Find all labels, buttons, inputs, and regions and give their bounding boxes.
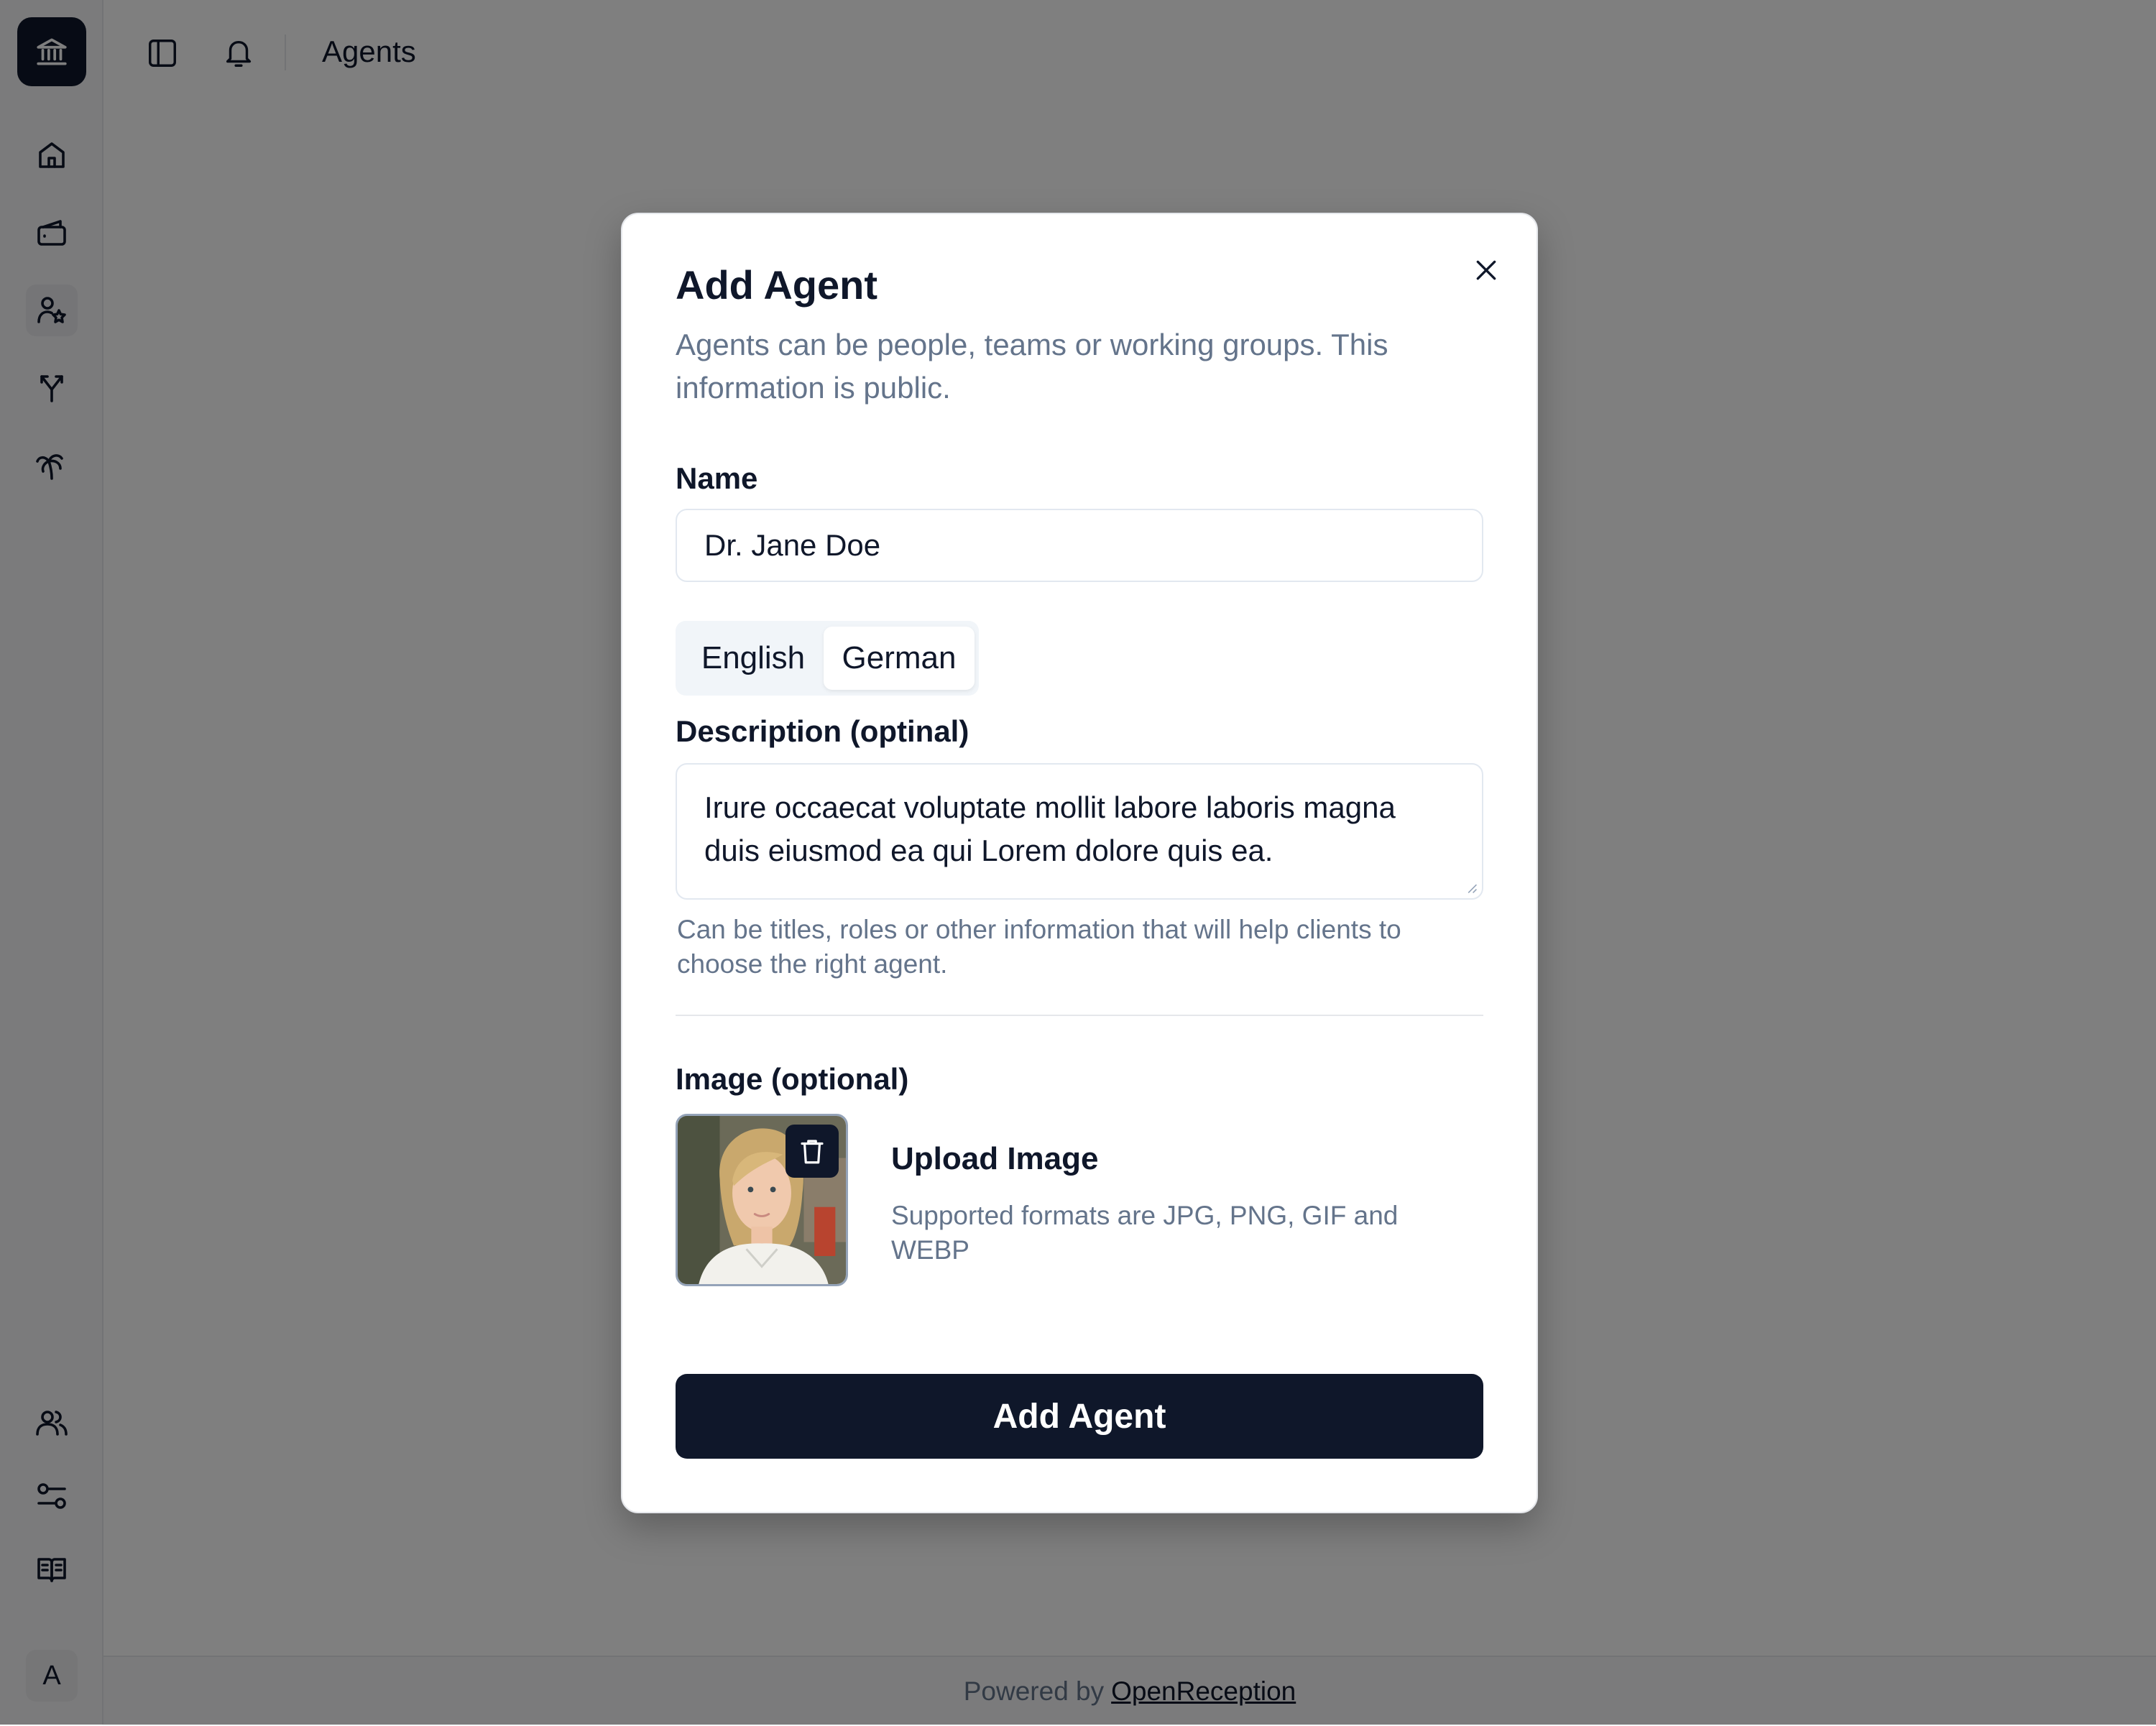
- upload-image-hint: Supported formats are JPG, PNG, GIF and …: [891, 1201, 1399, 1265]
- close-icon[interactable]: [1465, 249, 1508, 292]
- agent-photo: [676, 1114, 848, 1286]
- trash-icon: [801, 1140, 824, 1164]
- tab-german[interactable]: German: [824, 627, 975, 690]
- upload-image-title[interactable]: Upload Image: [891, 1141, 1099, 1177]
- language-tabs: English German: [676, 621, 979, 696]
- section-divider: [676, 1015, 1483, 1016]
- name-field[interactable]: [676, 509, 1483, 582]
- description-label: Description (optinal): [676, 714, 969, 748]
- tab-english[interactable]: English: [683, 627, 824, 690]
- add-agent-dialog: Add Agent Agents can be people, teams or…: [621, 213, 1538, 1513]
- dialog-description: Agents can be people, teams or working g…: [676, 328, 1388, 405]
- resize-handle-icon[interactable]: [1466, 882, 1478, 894]
- dialog-title: Add Agent: [676, 262, 877, 308]
- delete-image-button[interactable]: [786, 1125, 839, 1178]
- description-textarea[interactable]: Irure occaecat voluptate mollit labore l…: [676, 763, 1483, 900]
- add-agent-button[interactable]: Add Agent: [676, 1374, 1483, 1459]
- description-hint: Can be titles, roles or other informatio…: [677, 915, 1401, 979]
- name-label: Name: [676, 461, 758, 495]
- description-text: Irure occaecat voluptate mollit labore l…: [704, 790, 1396, 867]
- image-label: Image (optional): [676, 1062, 909, 1096]
